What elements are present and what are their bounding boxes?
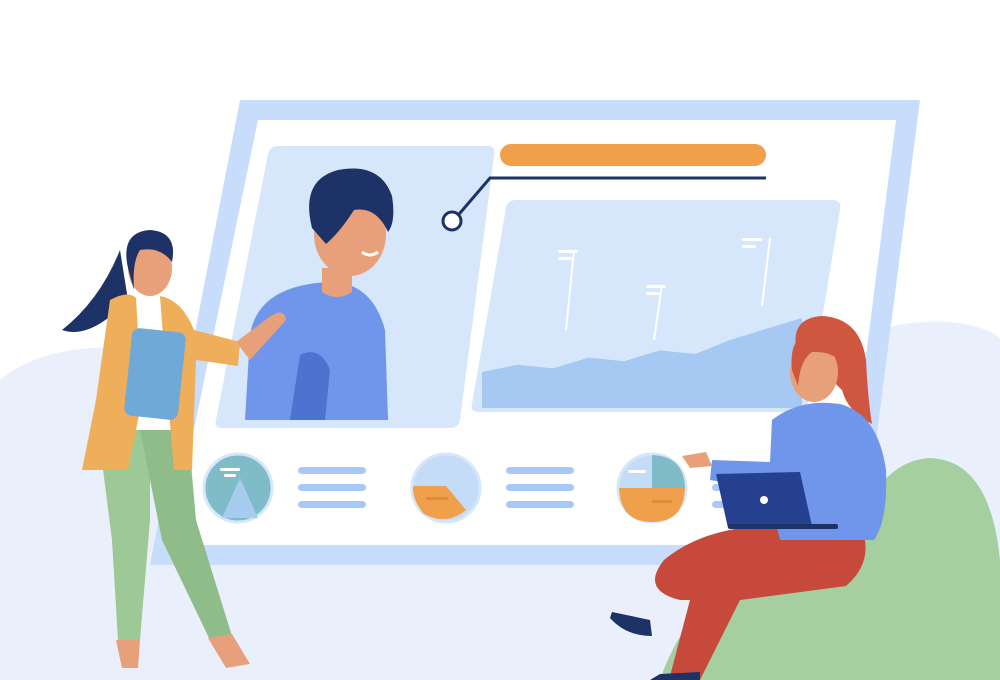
presentation-illustration: [0, 100, 1000, 680]
chart-indicator-1: [202, 452, 274, 524]
title-bar: [500, 144, 766, 166]
text-lines-1: [298, 467, 366, 508]
tablet: [124, 328, 186, 420]
chart-marker-label: [558, 250, 578, 253]
text-lines-2: [506, 467, 574, 508]
chart-marker-label: [646, 285, 666, 288]
chart-indicator-2: [410, 452, 482, 524]
chart-marker-label: [558, 257, 572, 260]
chart-indicator-3: [616, 452, 688, 524]
chart-marker-label: [646, 292, 660, 295]
chart-marker-label: [742, 238, 762, 241]
laptop-logo-icon: [760, 496, 768, 504]
laptop-base: [728, 524, 838, 529]
chart-marker-label: [742, 245, 756, 248]
